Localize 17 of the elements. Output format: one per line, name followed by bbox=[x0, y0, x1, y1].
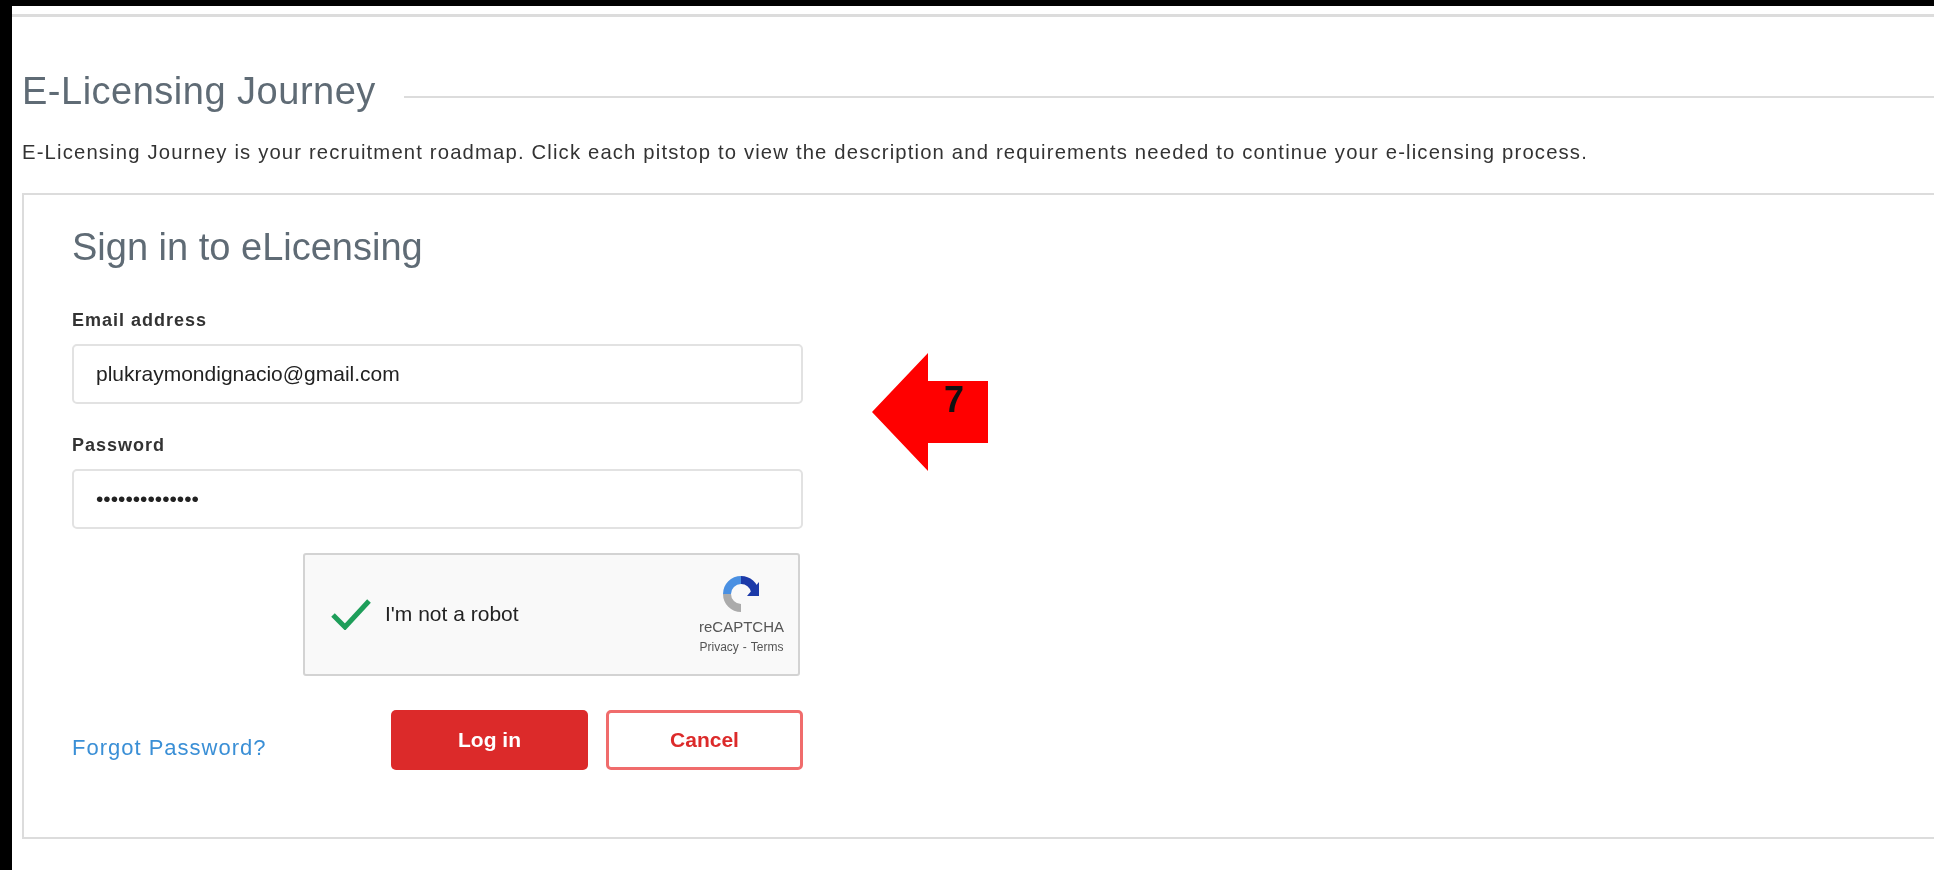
login-button[interactable]: Log in bbox=[391, 709, 588, 770]
field-label: Email address bbox=[72, 308, 208, 332]
privacy-link[interactable]: Privacy bbox=[699, 638, 739, 657]
annotation-arrow-icon bbox=[872, 353, 988, 472]
captcha-brand: reCAPTCHA bbox=[699, 616, 784, 637]
input-field[interactable]: •••••••••••••• bbox=[72, 468, 803, 529]
field-label: Password bbox=[72, 433, 166, 457]
cancel-button[interactable]: Cancel bbox=[606, 709, 803, 770]
annotation-number: 7 bbox=[944, 379, 965, 422]
page-description: E-Licensing Journey is your recruitment roadmap. Click each pitstop to view the description and requirements needed to continue your e-licensing process. bbox=[22, 139, 1589, 165]
page-title: E-Licensing Journey bbox=[22, 69, 376, 114]
checkmark-icon[interactable] bbox=[331, 598, 371, 631]
form-title: Sign in to eLicensing bbox=[72, 225, 424, 271]
captcha-label: I'm not a robot bbox=[385, 601, 520, 628]
input-field[interactable]: plukraymondignacio@gmail.com bbox=[72, 343, 803, 404]
terms-link[interactable]: Terms bbox=[750, 638, 784, 657]
separator-text: - bbox=[742, 639, 747, 657]
